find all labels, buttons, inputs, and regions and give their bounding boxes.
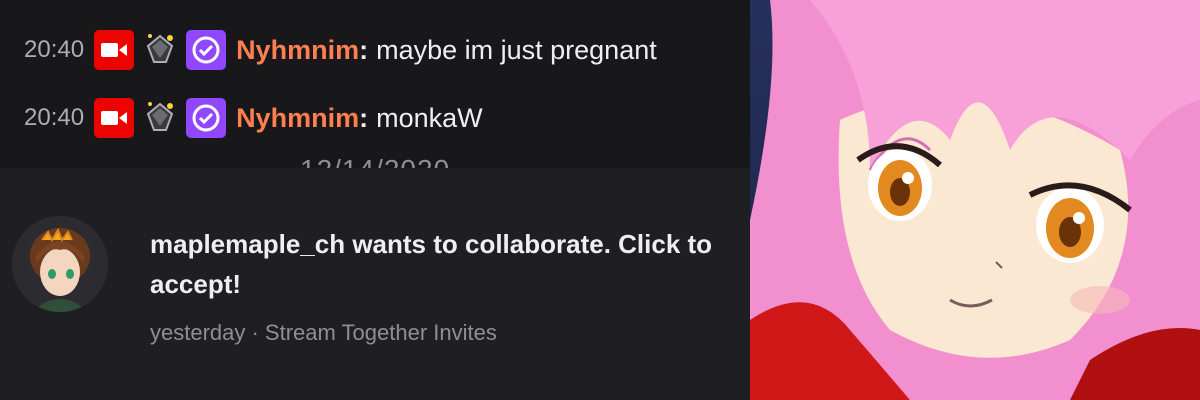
chat-username[interactable]: Nyhmnim [236, 35, 359, 66]
chat-message-text: monkaW [376, 102, 483, 133]
message-timestamp: 20:40 [24, 104, 85, 131]
gem-badge-icon[interactable] [140, 98, 180, 138]
message-timestamp: 20:40 [24, 36, 85, 63]
chat-username[interactable]: Nyhmnim [236, 103, 359, 134]
verified-check-icon[interactable] [186, 98, 227, 138]
username-colon: : [359, 34, 369, 65]
video-camera-icon[interactable] [94, 98, 135, 138]
user-avatar[interactable] [12, 216, 108, 312]
verified-check-icon[interactable] [186, 30, 227, 70]
gem-badge-icon[interactable] [140, 30, 180, 70]
chat-message: 20:40 Nyhmnim : maybe im just pregnant [24, 28, 657, 72]
notification-meta: yesterday · Stream Together Invites [150, 320, 497, 345]
anime-character-art [750, 0, 1200, 400]
video-camera-icon[interactable] [94, 30, 135, 70]
chat-message: 20:40 Nyhmnim : monkaW [24, 96, 483, 140]
username-colon: : [359, 102, 369, 133]
notification-text[interactable]: maplemaple_ch wants to collaborate. Clic… [150, 224, 730, 304]
chat-message-text: maybe im just pregnant [376, 34, 657, 65]
chat-panel: 20:40 Nyhmnim : maybe im just pregnant 2… [0, 0, 750, 168]
notification-card[interactable]: maplemaple_ch wants to collaborate. Clic… [0, 168, 750, 400]
date-separator: 12/14/2020 [300, 154, 450, 168]
